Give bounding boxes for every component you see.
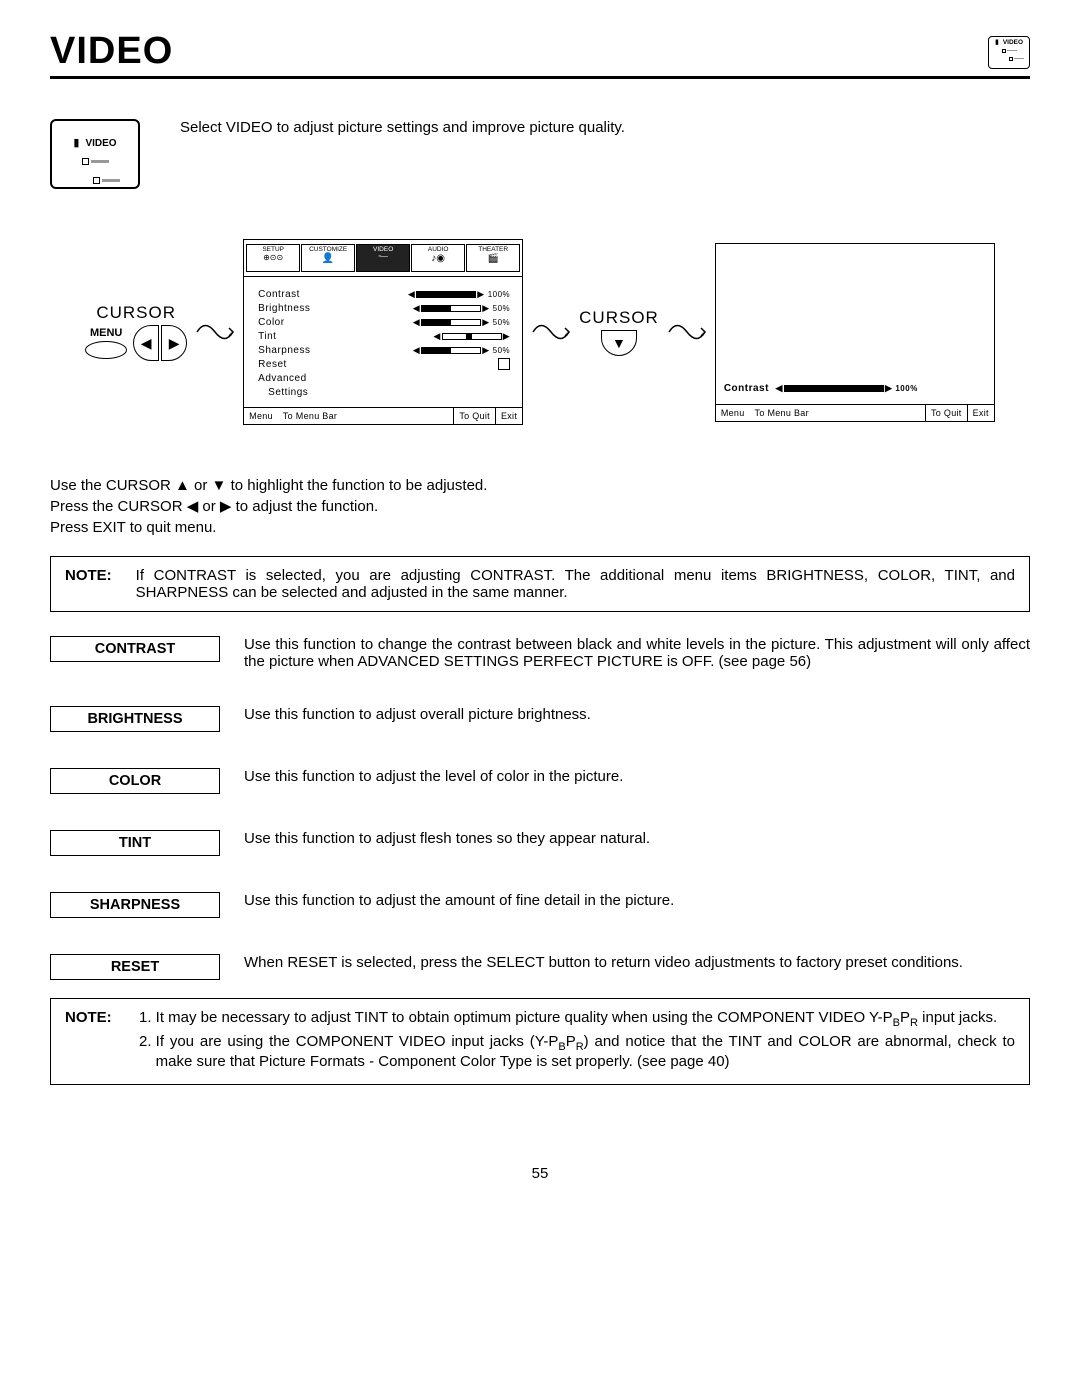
osd-menu-panel: SETUP⊕⊙⊙ CUSTOMIZE👤 VIDEO▫— AUDIO♪◉ THEA…	[243, 239, 523, 425]
osd-val-brightness: 50%	[493, 304, 511, 313]
osd-body: Contrast◀▶100% Brightness◀▶50% Color◀▶50…	[244, 277, 522, 407]
function-table: CONTRAST Use this function to change the…	[50, 636, 1030, 980]
note-box-2: NOTE: It may be necessary to adjust TINT…	[50, 998, 1030, 1085]
func-label-sharpness: SHARPNESS	[50, 892, 220, 918]
osd-detail-footer-tomenu: To Menu Bar	[750, 405, 925, 421]
osd-detail-footer-toquit: To Quit	[925, 405, 967, 421]
osd-item-advanced: Advanced	[258, 373, 510, 384]
osd-val-color: 50%	[493, 318, 511, 327]
remote-right: CURSOR ▼	[579, 308, 659, 356]
note-1-text: If CONTRAST is selected, you are adjusti…	[136, 567, 1015, 601]
osd-item-contrast: Contrast	[258, 289, 408, 300]
intro-text: Select VIDEO to adjust picture settings …	[180, 119, 625, 189]
osd-item-settings: Settings	[258, 387, 510, 398]
osd-item-reset: Reset	[258, 359, 498, 370]
osd-footer-toquit: To Quit	[453, 408, 495, 424]
osd-footer-tomenu: To Menu Bar	[278, 408, 453, 424]
instruction-line-3: Press EXIT to quit menu.	[50, 517, 1030, 538]
osd-tab-theater: THEATER🎬	[466, 244, 520, 272]
intro-row: ▮VIDEO Select VIDEO to adjust picture se…	[50, 119, 1030, 189]
osd-tab-setup: SETUP⊕⊙⊙	[246, 244, 300, 272]
menu-button-icon	[85, 341, 127, 359]
func-desc-reset: When RESET is selected, press the SELECT…	[244, 954, 1030, 971]
note-2-item-2: If you are using the COMPONENT VIDEO inp…	[156, 1033, 1015, 1070]
func-label-contrast: CONTRAST	[50, 636, 220, 662]
osd-item-brightness: Brightness	[258, 303, 413, 314]
func-label-reset: RESET	[50, 954, 220, 980]
video-icon-large-label: VIDEO	[85, 138, 116, 149]
func-desc-sharpness: Use this function to adjust the amount o…	[244, 892, 1030, 909]
cursor-left-icon: ◀	[133, 325, 159, 361]
cursor-down-icon: ▼	[601, 330, 637, 356]
osd-val-sharpness: 50%	[493, 346, 511, 355]
flow-arrow-2	[529, 312, 573, 352]
func-label-tint: TINT	[50, 830, 220, 856]
cursor-label-left: CURSOR	[96, 303, 176, 323]
instruction-line-2: Press the CURSOR ◀ or ▶ to adjust the fu…	[50, 496, 1030, 517]
osd-item-color: Color	[258, 317, 413, 328]
func-desc-tint: Use this function to adjust flesh tones …	[244, 830, 1030, 847]
video-icon-small-label: VIDEO	[1003, 39, 1023, 46]
func-desc-brightness: Use this function to adjust overall pict…	[244, 706, 1030, 723]
osd-footer-exit: Exit	[495, 408, 522, 424]
osd-detail-footer-exit: Exit	[967, 405, 994, 421]
osd-tab-audio: AUDIO♪◉	[411, 244, 465, 272]
page-title: VIDEO	[50, 30, 173, 73]
osd-footer-menu: Menu	[244, 408, 278, 424]
video-icon-large: ▮VIDEO	[50, 119, 140, 189]
func-desc-contrast: Use this function to change the contrast…	[244, 636, 1030, 670]
osd-item-sharpness: Sharpness	[258, 345, 413, 356]
instruction-line-1: Use the CURSOR ▲ or ▼ to highlight the f…	[50, 475, 1030, 496]
osd-tabs: SETUP⊕⊙⊙ CUSTOMIZE👤 VIDEO▫— AUDIO♪◉ THEA…	[244, 240, 522, 277]
page-number: 55	[50, 1165, 1030, 1182]
osd-val-contrast: 100%	[488, 290, 510, 299]
osd-detail-footer: Menu To Menu Bar To Quit Exit	[716, 404, 994, 421]
page-header: VIDEO ▮VIDEO	[50, 30, 1030, 79]
func-label-brightness: BRIGHTNESS	[50, 706, 220, 732]
osd-detail-label: Contrast	[724, 383, 769, 394]
osd-detail-footer-menu: Menu	[716, 405, 750, 421]
note-1-label: NOTE:	[65, 567, 112, 601]
func-desc-color: Use this function to adjust the level of…	[244, 768, 1030, 785]
cursor-right-icon: ▶	[161, 325, 187, 361]
note-2-item-1: It may be necessary to adjust TINT to ob…	[156, 1009, 1015, 1029]
osd-detail-panel: Contrast ◀▶100% Menu To Menu Bar To Quit…	[715, 243, 995, 422]
osd-detail-value: 100%	[895, 384, 917, 393]
osd-tab-video: VIDEO▫—	[356, 244, 410, 272]
diagram-area: CURSOR MENU ◀ ▶ SETUP⊕⊙⊙ CUSTOMIZE👤 VIDE…	[50, 239, 1030, 425]
menu-label: MENU	[90, 327, 122, 339]
instructions: Use the CURSOR ▲ or ▼ to highlight the f…	[50, 475, 1030, 538]
video-icon-small: ▮VIDEO	[988, 36, 1030, 69]
func-label-color: COLOR	[50, 768, 220, 794]
note-2-label: NOTE:	[65, 1009, 112, 1074]
osd-tab-customize: CUSTOMIZE👤	[301, 244, 355, 272]
flow-arrow-1	[193, 312, 237, 352]
flow-arrow-3	[665, 312, 709, 352]
remote-left: CURSOR MENU ◀ ▶	[85, 303, 187, 361]
reset-checkbox-icon	[498, 358, 510, 370]
osd-item-tint: Tint	[258, 331, 433, 342]
osd-footer: Menu To Menu Bar To Quit Exit	[244, 407, 522, 424]
note-box-1: NOTE: If CONTRAST is selected, you are a…	[50, 556, 1030, 612]
cursor-label-right: CURSOR	[579, 308, 659, 328]
